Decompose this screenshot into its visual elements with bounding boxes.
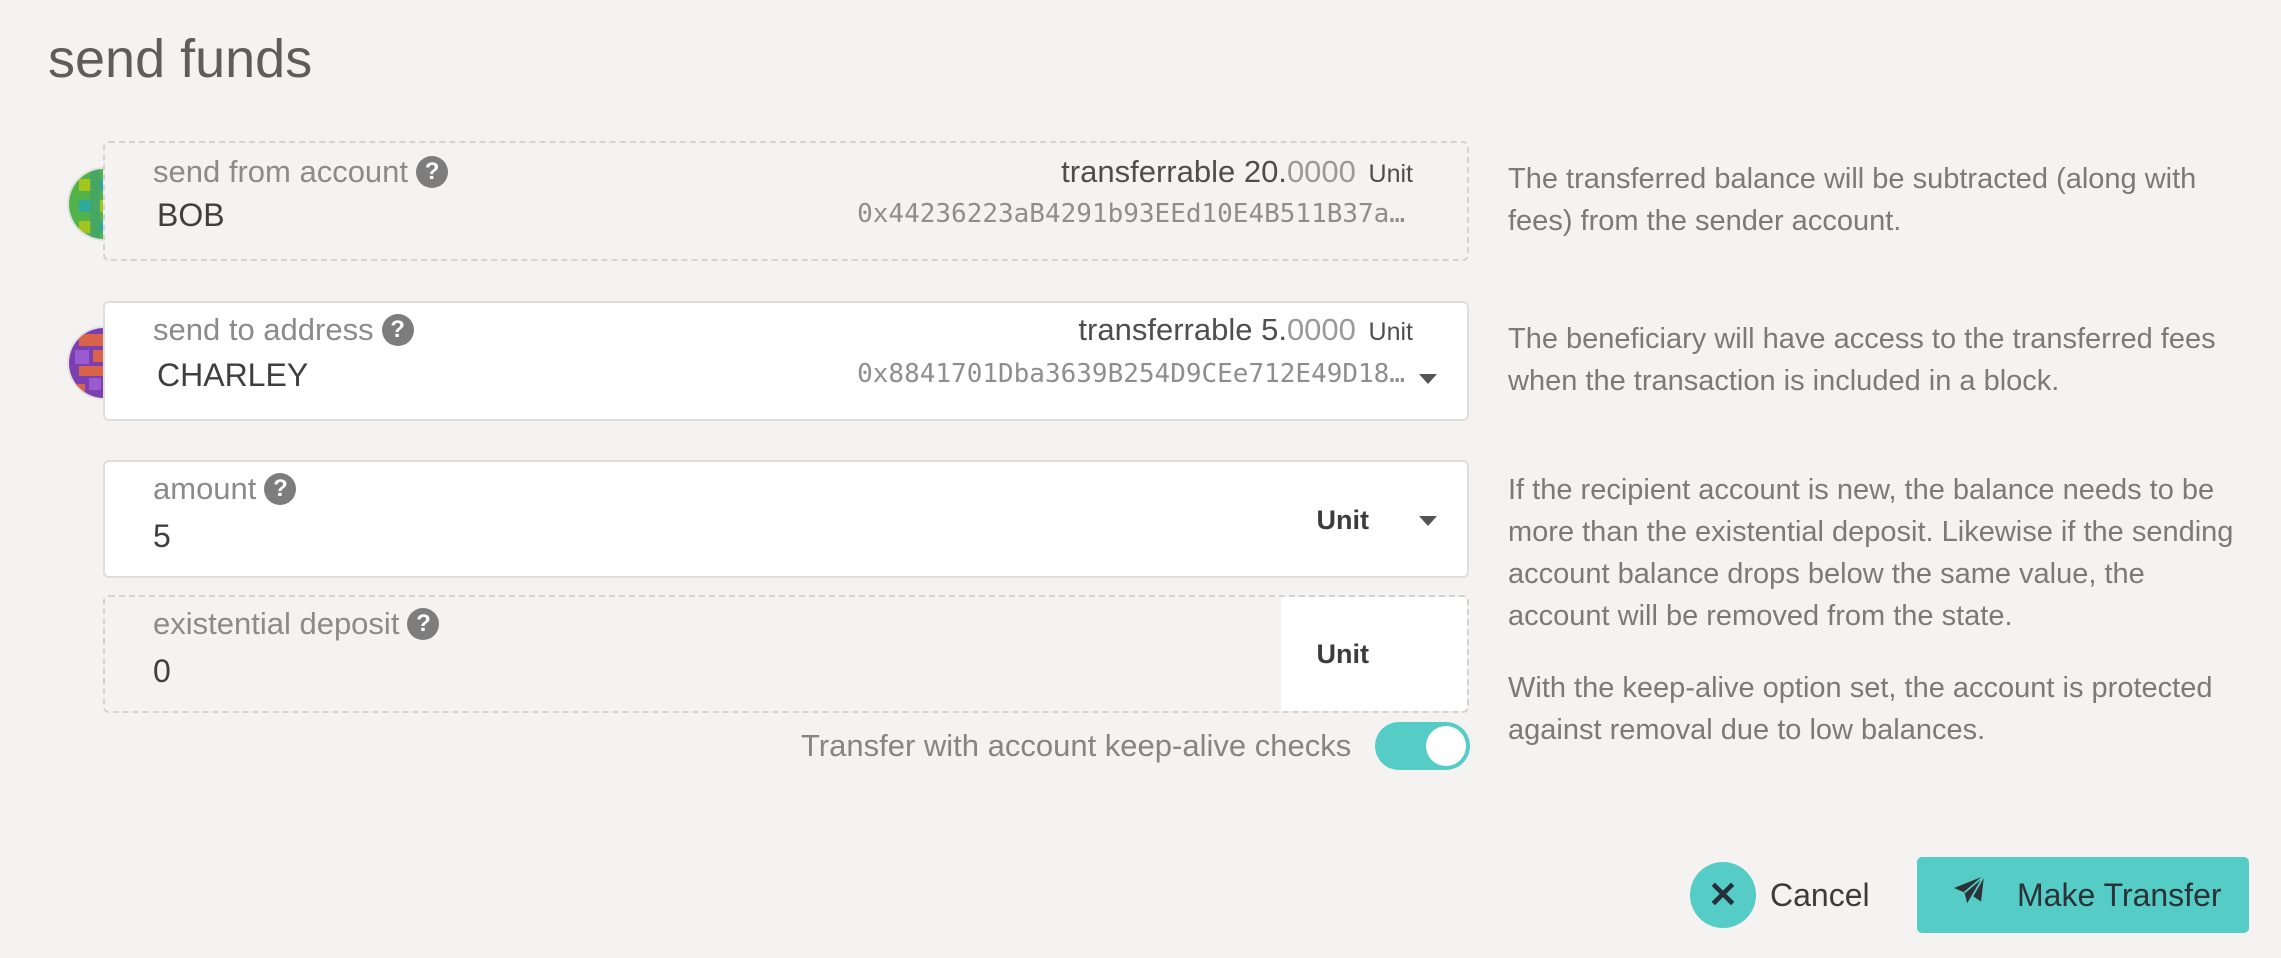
keepalive-help-text: With the keep-alive option set, the acco… bbox=[1508, 672, 2213, 746]
balance-integer: 5. bbox=[1261, 312, 1287, 347]
deposit-unit: Unit bbox=[1316, 639, 1369, 669]
sender-address: 0x44236223aB4291b93EEd10E4B511B37a… bbox=[857, 199, 1405, 229]
sender-account-name: BOB bbox=[157, 197, 225, 233]
recipient-account-name: CHARLEY bbox=[157, 357, 309, 393]
send-to-address-dropdown[interactable]: send to address ? CHARLEY transferrable … bbox=[103, 301, 1469, 421]
balance-unit: Unit bbox=[1368, 318, 1413, 346]
cancel-label: Cancel bbox=[1770, 876, 1870, 913]
close-icon: ✕ bbox=[1690, 862, 1756, 928]
amount-help-text: If the recipient account is new, the bal… bbox=[1508, 474, 2234, 632]
send-to-help-text: The beneficiary will have access to the … bbox=[1508, 323, 2216, 397]
send-from-help-text: The transferred balance will be subtract… bbox=[1508, 163, 2197, 237]
deposit-label-group: existential deposit ? bbox=[153, 606, 440, 642]
amount-unit-select[interactable]: Unit bbox=[1317, 505, 1369, 536]
toggle-knob bbox=[1426, 726, 1466, 766]
balance-unit: Unit bbox=[1368, 160, 1413, 188]
amount-field[interactable]: amount ? 5 Unit bbox=[103, 460, 1469, 578]
cancel-button[interactable]: ✕ Cancel bbox=[1690, 862, 1870, 928]
recipient-transferrable: transferrable 5.0000 Unit bbox=[1078, 312, 1413, 348]
amount-label: amount bbox=[153, 471, 257, 506]
balance-decimal: 0000 bbox=[1286, 312, 1356, 347]
keepalive-label: Transfer with account keep-alive checks bbox=[801, 728, 1352, 763]
balance-integer: 20. bbox=[1243, 154, 1287, 189]
amount-input[interactable]: 5 bbox=[153, 518, 171, 555]
chevron-down-icon[interactable] bbox=[1419, 374, 1437, 384]
sender-transferrable: transferrable 20.0000 Unit bbox=[1061, 154, 1413, 190]
send-from-label: send from account bbox=[153, 154, 409, 189]
chevron-down-icon[interactable] bbox=[1419, 516, 1437, 526]
send-to-label-group: send to address ? bbox=[153, 312, 414, 348]
send-from-label-group: send from account ? bbox=[153, 154, 449, 190]
balance-decimal: 0000 bbox=[1286, 154, 1356, 189]
transferrable-label: transferrable bbox=[1061, 154, 1236, 189]
transferrable-label: transferrable bbox=[1078, 312, 1253, 347]
existential-deposit-field: existential deposit ? 0 Unit bbox=[103, 595, 1469, 713]
send-from-account-field: send from account ? BOB transferrable 20… bbox=[103, 141, 1469, 261]
deposit-value: 0 bbox=[153, 653, 171, 689]
recipient-address: 0x8841701Dba3639B254D9CEe712E49D18… bbox=[857, 359, 1405, 389]
amount-label-group: amount ? bbox=[153, 471, 297, 507]
paper-plane-icon bbox=[1951, 873, 1987, 917]
deposit-label: existential deposit bbox=[153, 606, 400, 641]
help-icon[interactable]: ? bbox=[381, 314, 414, 346]
page-title: send funds bbox=[48, 29, 313, 89]
deposit-unit-panel bbox=[1281, 597, 1467, 711]
make-transfer-button[interactable]: Make Transfer bbox=[1917, 857, 2249, 933]
help-icon[interactable]: ? bbox=[264, 473, 297, 505]
keepalive-toggle[interactable] bbox=[1375, 722, 1470, 770]
send-to-label: send to address bbox=[153, 312, 374, 347]
help-icon[interactable]: ? bbox=[407, 608, 440, 640]
help-icon[interactable]: ? bbox=[416, 156, 449, 188]
make-transfer-label: Make Transfer bbox=[2017, 876, 2222, 913]
